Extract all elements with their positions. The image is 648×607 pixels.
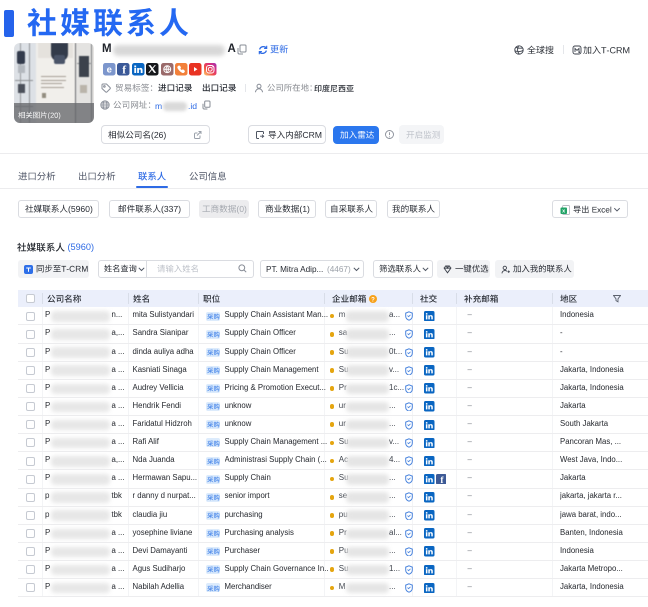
svg-text:e: e — [107, 64, 112, 75]
svg-text:?: ? — [371, 297, 375, 303]
svg-text:f: f — [123, 64, 127, 75]
